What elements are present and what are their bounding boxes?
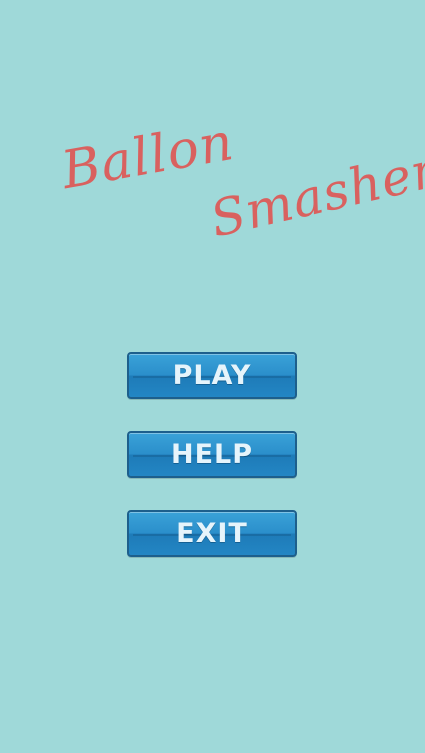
exit-button[interactable]: EXIT <box>127 510 297 557</box>
main-menu: PLAY HELP EXIT <box>127 352 297 589</box>
main-menu-screen: Ballon Smasher PLAY HELP EXIT <box>0 0 425 753</box>
help-button-label: HELP <box>170 439 254 470</box>
help-button[interactable]: HELP <box>127 431 297 478</box>
play-button[interactable]: PLAY <box>127 352 297 399</box>
exit-button-label: EXIT <box>176 518 248 549</box>
game-title-line1: Ballon <box>57 111 239 202</box>
play-button-label: PLAY <box>172 360 252 391</box>
game-title-line2: Smasher <box>205 140 425 249</box>
